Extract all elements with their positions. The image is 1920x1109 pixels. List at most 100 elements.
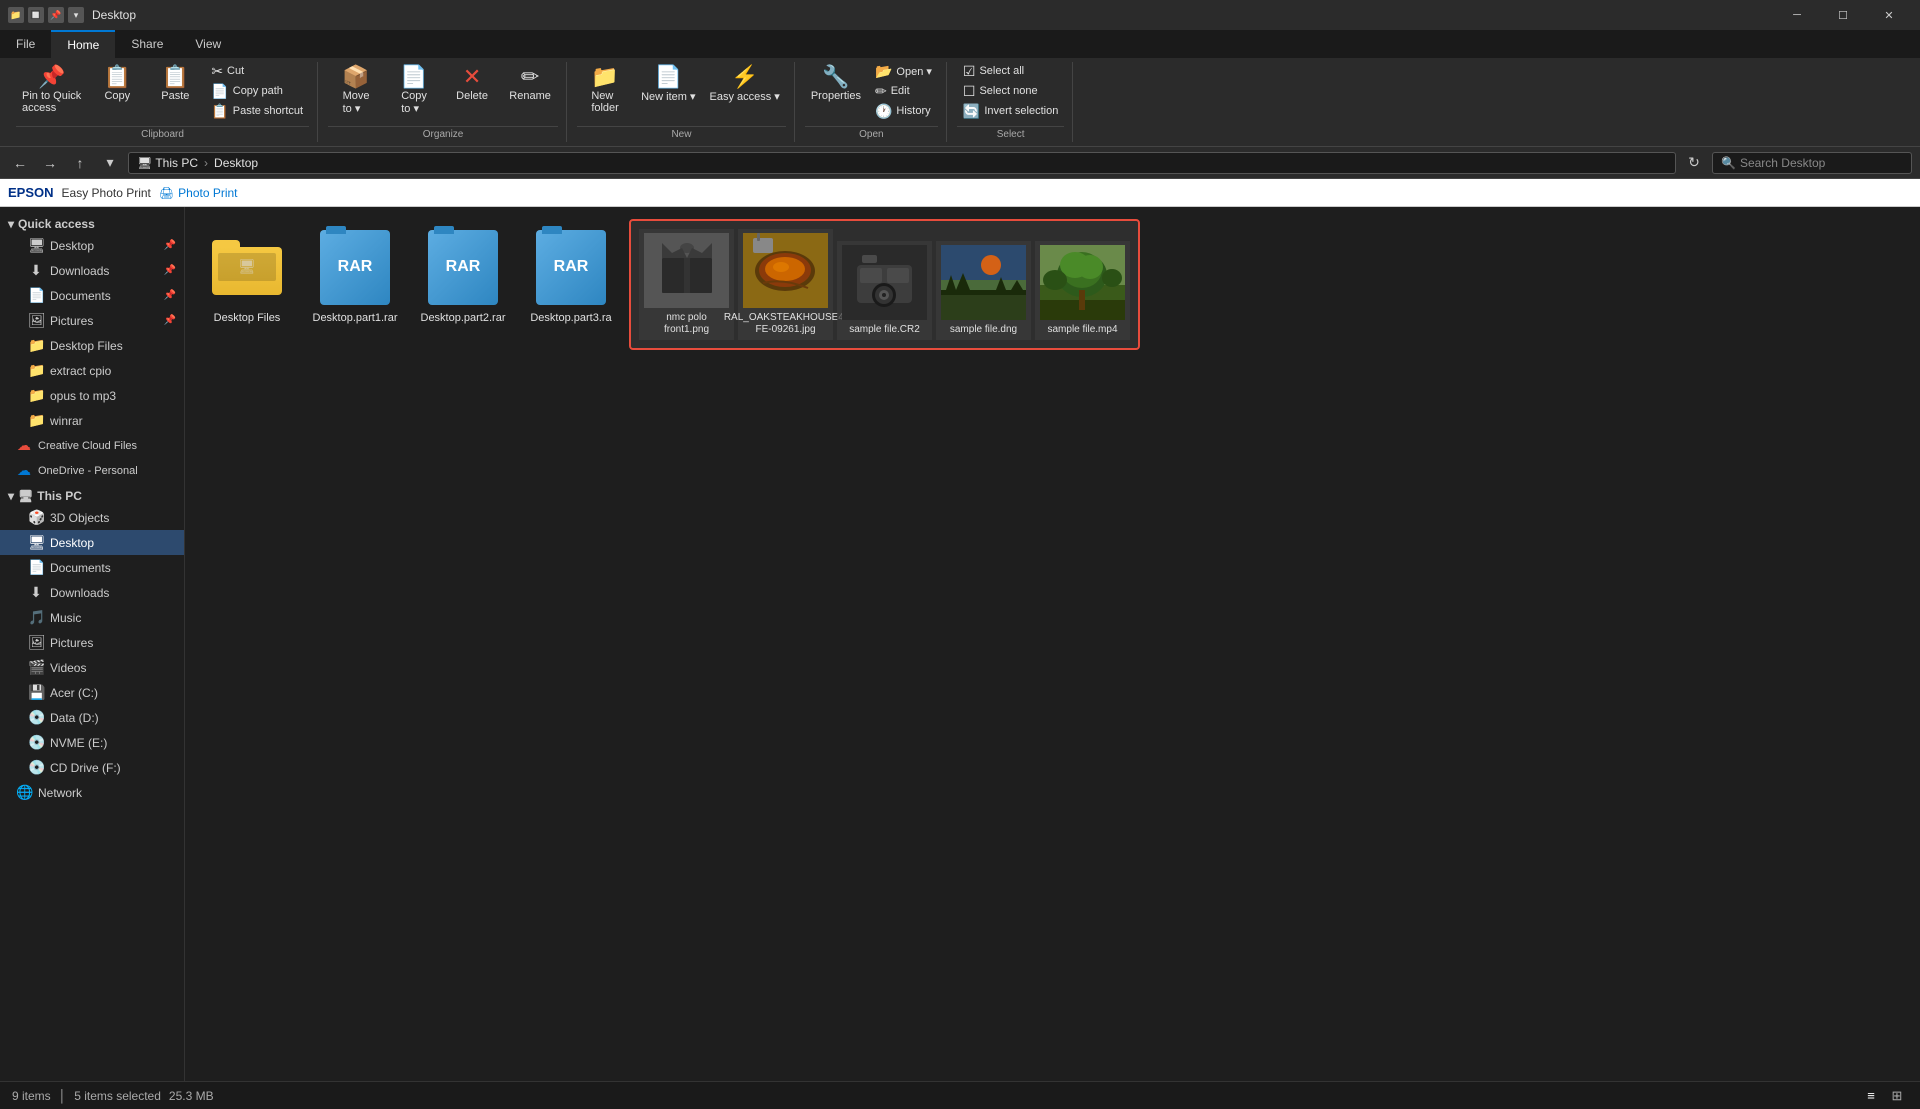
sidebar-item-creative-cloud[interactable]: ☁ Creative Cloud Files: [0, 433, 184, 458]
address-path[interactable]: 🖥 This PC › Desktop: [128, 152, 1676, 174]
this-pc-header[interactable]: ▾ 🖥 This PC: [0, 483, 184, 505]
acer-c-icon: 💾: [28, 684, 44, 701]
copy-path-button[interactable]: 📄 Copy path: [205, 82, 309, 100]
onedrive-label: OneDrive - Personal: [38, 465, 138, 477]
sidebar-item-downloads[interactable]: ⬇ Downloads: [0, 580, 184, 605]
sidebar-item-music[interactable]: 🎵 Music: [0, 605, 184, 630]
tb-icon-folder[interactable]: 📁: [8, 7, 24, 23]
sidebar-item-desktop-quick[interactable]: 🖥 Desktop 📌: [0, 233, 184, 258]
tab-home[interactable]: Home: [51, 30, 115, 58]
sidebar-item-desktop-files-quick[interactable]: 📁 Desktop Files: [0, 333, 184, 358]
selected-item-mp4[interactable]: sample file.mp4: [1035, 241, 1130, 340]
forward-button[interactable]: →: [38, 151, 62, 175]
tab-file[interactable]: File: [0, 30, 51, 58]
title-bar-icons: 📁 🔲 📌 ▾: [8, 7, 84, 23]
select-none-button[interactable]: ☐ Select none: [957, 82, 1064, 100]
invert-selection-button[interactable]: 🔄 Invert selection: [957, 102, 1064, 120]
quick-access-label: Quick access: [18, 217, 95, 231]
view-details-button[interactable]: ≡: [1860, 1085, 1882, 1107]
easy-access-button[interactable]: ⚡ Easy access ▾: [704, 62, 786, 107]
tb-icon-pin[interactable]: 📌: [48, 7, 64, 23]
maximize-button[interactable]: ☐: [1820, 0, 1866, 30]
file-item-rar1[interactable]: RAR Desktop.part1.rar: [305, 219, 405, 333]
open-button[interactable]: 📂 Open ▾: [869, 62, 938, 80]
mp4-svg: [1040, 245, 1125, 320]
sidebar-item-3d-objects[interactable]: 🎲 3D Objects: [0, 505, 184, 530]
music-icon: 🎵: [28, 609, 44, 626]
rename-button[interactable]: ✏ Rename: [502, 62, 558, 106]
sidebar-item-opus-to-mp3[interactable]: 📁 opus to mp3: [0, 383, 184, 408]
paste-button[interactable]: 📋 Paste: [147, 62, 203, 106]
videos-icon: 🎬: [28, 659, 44, 676]
epson-bar: EPSON Easy Photo Print 🖨 Photo Print: [0, 179, 1920, 207]
sidebar-item-winrar[interactable]: 📁 winrar: [0, 408, 184, 433]
properties-button[interactable]: 🔧 Properties: [805, 62, 867, 106]
file-item-rar2[interactable]: RAR Desktop.part2.rar: [413, 219, 513, 333]
shirt-name: nmc polo front1.png: [643, 312, 730, 336]
quick-access-header[interactable]: ▾ Quick access: [0, 211, 184, 233]
desktop-quick-label: Desktop: [50, 239, 94, 253]
up-button[interactable]: ↑: [68, 151, 92, 175]
desktop-label: Desktop: [50, 536, 94, 550]
pictures-label: Pictures: [50, 636, 93, 650]
file-item-desktop-files[interactable]: 🖥 Desktop Files: [197, 219, 297, 333]
this-pc-label: This PC: [37, 489, 82, 503]
close-button[interactable]: ✕: [1866, 0, 1912, 30]
move-to-button[interactable]: 📦 Moveto ▾: [328, 62, 384, 119]
delete-button[interactable]: ✕ Delete: [444, 62, 500, 106]
copy-to-button[interactable]: 📄 Copyto ▾: [386, 62, 442, 119]
view-tiles-button[interactable]: ⊞: [1886, 1085, 1908, 1107]
copy-button[interactable]: 📋 Copy: [89, 62, 145, 106]
selected-item-steak[interactable]: RAL_OAKSTEAKHOUSE4-FE-09261.jpg: [738, 229, 833, 340]
tab-view[interactable]: View: [179, 30, 237, 58]
edit-button[interactable]: ✏ Edit: [869, 82, 938, 100]
tb-icon-square[interactable]: 🔲: [28, 7, 44, 23]
sidebar-item-data-d[interactable]: 💿 Data (D:): [0, 705, 184, 730]
documents-quick-label: Documents: [50, 289, 111, 303]
photo-print-button[interactable]: 🖨 Photo Print: [159, 186, 238, 200]
selected-item-cr2[interactable]: sample file.CR2: [837, 241, 932, 340]
new-folder-button[interactable]: 📁 Newfolder: [577, 62, 633, 118]
sidebar-item-acer-c[interactable]: 💾 Acer (C:): [0, 680, 184, 705]
refresh-button[interactable]: ↻: [1682, 151, 1706, 175]
sidebar-item-downloads-quick[interactable]: ⬇ Downloads 📌: [0, 258, 184, 283]
sidebar-item-desktop[interactable]: 🖥 Desktop: [0, 530, 184, 555]
sidebar-item-extract-cpio[interactable]: 📁 extract cpio: [0, 358, 184, 383]
file-item-rar3[interactable]: RAR Desktop.part3.ra: [521, 219, 621, 333]
creative-cloud-icon: ☁: [16, 437, 32, 454]
sidebar-item-videos[interactable]: 🎬 Videos: [0, 655, 184, 680]
history-button[interactable]: 🕐 History: [869, 102, 938, 120]
sidebar-item-documents[interactable]: 📄 Documents: [0, 555, 184, 580]
photo-print-label: Photo Print: [178, 186, 237, 200]
search-box[interactable]: 🔍 Search Desktop: [1712, 152, 1912, 174]
recent-button[interactable]: ▾: [98, 151, 122, 175]
sidebar-item-onedrive[interactable]: ☁ OneDrive - Personal: [0, 458, 184, 483]
desktop-files-quick-label: Desktop Files: [50, 339, 123, 353]
back-button[interactable]: ←: [8, 151, 32, 175]
tab-share[interactable]: Share: [115, 30, 179, 58]
rar3-name: Desktop.part3.ra: [530, 311, 611, 325]
sidebar-item-pictures[interactable]: 🖼 Pictures: [0, 630, 184, 655]
minimize-button[interactable]: ─: [1774, 0, 1820, 30]
tb-icon-dropdown[interactable]: ▾: [68, 7, 84, 23]
select-items: ☑ Select all ☐ Select none 🔄 Invert sele…: [957, 62, 1064, 124]
pin-to-quick-access-button[interactable]: 📌 Pin to Quickaccess: [16, 62, 87, 118]
select-all-button[interactable]: ☑ Select all: [957, 62, 1064, 80]
dng-preview: [941, 245, 1026, 320]
pictures-pin: 📌: [164, 315, 176, 326]
rar1-icon: RAR: [320, 230, 390, 305]
selected-item-shirt[interactable]: nmc polo front1.png: [639, 229, 734, 340]
new-item-button[interactable]: 📄 New item ▾: [635, 62, 701, 107]
steak-name: RAL_OAKSTEAKHOUSE4-FE-09261.jpg: [724, 312, 847, 336]
steak-preview: [743, 233, 828, 308]
sidebar-item-nvme-e[interactable]: 💿 NVME (E:): [0, 730, 184, 755]
ribbon-tabs: File Home Share View: [0, 30, 1920, 58]
sidebar-item-pictures-quick[interactable]: 🖼 Pictures 📌: [0, 308, 184, 333]
paste-shortcut-button[interactable]: 📋 Paste shortcut: [205, 102, 309, 120]
desktop-quick-icon: 🖥: [28, 237, 44, 254]
sidebar-item-cd-drive-f[interactable]: 💿 CD Drive (F:): [0, 755, 184, 780]
sidebar-item-documents-quick[interactable]: 📄 Documents 📌: [0, 283, 184, 308]
sidebar-item-network[interactable]: 🌐 Network: [0, 780, 184, 805]
cut-button[interactable]: ✂ Cut: [205, 62, 309, 80]
selected-item-dng[interactable]: sample file.dng: [936, 241, 1031, 340]
